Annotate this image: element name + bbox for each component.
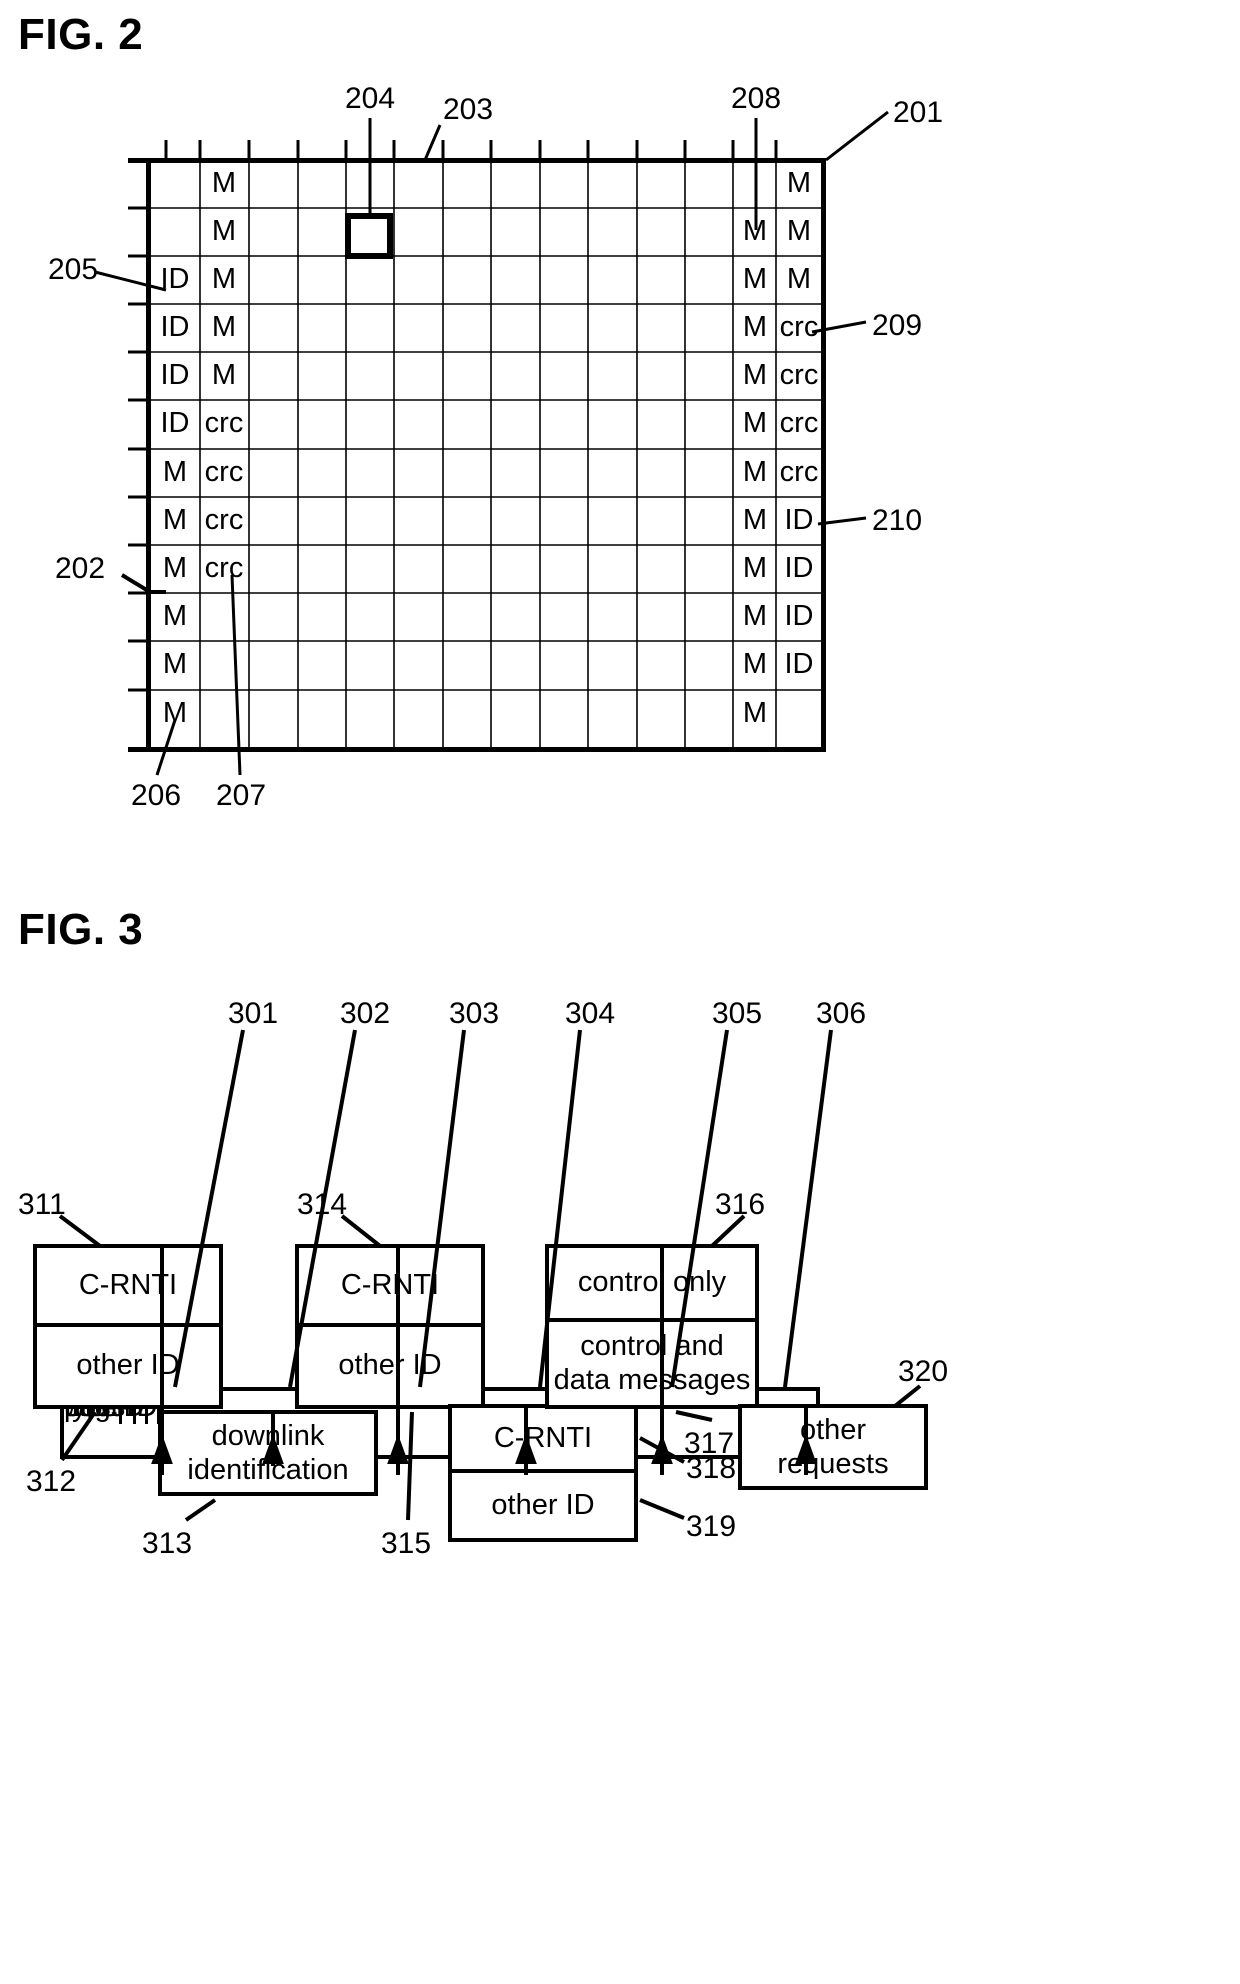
ref-314: 314 xyxy=(297,1188,348,1221)
fig2-cell-c12-r7: crc xyxy=(779,456,819,488)
fig2-cell-c1-r4: ID xyxy=(160,311,190,343)
fig2-resource-grid xyxy=(148,160,824,749)
ref-209: 209 xyxy=(872,309,923,342)
fig2-cell-c2-r3: M xyxy=(211,263,237,295)
fig2-cell-c2-r6: crc xyxy=(204,407,244,439)
ref-201: 201 xyxy=(893,96,944,129)
ref-319: 319 xyxy=(686,1510,737,1543)
ref-303: 303 xyxy=(449,997,500,1030)
fig2-cell-c1-r3: ID xyxy=(160,263,190,295)
fig2-cell-c1-r12: M xyxy=(162,697,188,729)
fig3-user-id-option-other-id[interactable]: other ID xyxy=(37,1327,219,1406)
ref-313: 313 xyxy=(142,1527,193,1560)
fig2-cell-c12-r8: ID xyxy=(784,504,814,536)
fig3-post-id-option-c-rnti[interactable]: C-RNTI xyxy=(452,1408,634,1473)
fig2-cell-c12-r1: M xyxy=(786,167,812,199)
fig2-top-ticks xyxy=(164,140,778,160)
fig2-title: FIG. 2 xyxy=(18,10,144,59)
fig2-cell-c2-r5: M xyxy=(211,359,237,391)
fig2-cell-c12-r2: M xyxy=(786,215,812,247)
ref-210: 210 xyxy=(872,504,923,537)
fig3-flags-option-other-requests[interactable]: other requests xyxy=(738,1404,928,1490)
ref-320: 320 xyxy=(898,1355,949,1388)
ref-305: 305 xyxy=(712,997,763,1030)
fig2-cell-c2-r7: crc xyxy=(204,456,244,488)
fig3-title: FIG. 3 xyxy=(18,905,144,954)
ref-202: 202 xyxy=(55,552,106,585)
fig2-cell-c2-r9: crc xyxy=(204,552,244,584)
ref-208: 208 xyxy=(731,82,782,115)
fig2-cell-c12-r4: crc xyxy=(779,311,819,343)
fig2-cell-c1-r10: M xyxy=(162,600,188,632)
fig2-cell-c1-r8: M xyxy=(162,504,188,536)
fig2-cell-c1-r9: M xyxy=(162,552,188,584)
ref-207: 207 xyxy=(216,779,267,812)
ref-206: 206 xyxy=(131,779,182,812)
fig2-cell-c1-r11: M xyxy=(162,648,188,680)
ref-301: 301 xyxy=(228,997,279,1030)
patent-figure-page: FIG. 2 201 202 203 204 205 206 207 208 2… xyxy=(0,0,1240,1984)
ref-306: 306 xyxy=(816,997,867,1030)
fig2-cell-c12-r5: crc xyxy=(779,359,819,391)
fig2-cell-c12-r6: crc xyxy=(779,407,819,439)
fig2-cell-c1-r7: M xyxy=(162,456,188,488)
fig2-cell-c1-r6: ID xyxy=(160,407,190,439)
fig2-cell-c1-r5: ID xyxy=(160,359,190,391)
fig2-cell-c11-r12: M xyxy=(742,697,768,729)
fig3-post-id-option-other-id[interactable]: other ID xyxy=(452,1473,634,1538)
fig3-post-id-options: C-RNTI other ID xyxy=(448,1404,638,1542)
fig2-cell-c2-r8: crc xyxy=(204,504,244,536)
fig2-cell-c12-r3: M xyxy=(786,263,812,295)
fig2-cell-c12-r9: ID xyxy=(784,552,814,584)
leader-203 xyxy=(423,124,442,161)
ref-311: 311 xyxy=(18,1188,66,1221)
fig2-highlighted-cell xyxy=(345,213,393,259)
fig3-when-options: control only control and data messages xyxy=(545,1244,759,1409)
fig2-cell-c2-r1: M xyxy=(211,167,237,199)
ref-302: 302 xyxy=(340,997,391,1030)
fig3-when-option-control-and-data-messages[interactable]: control and data messages xyxy=(549,1322,755,1405)
ref-204: 204 xyxy=(345,82,396,115)
fig2-cell-c2-r4: M xyxy=(211,311,237,343)
fig2-cell-c2-r2: M xyxy=(211,215,237,247)
ref-205: 205 xyxy=(48,253,99,286)
ref-315: 315 xyxy=(381,1527,432,1560)
fig3-pre-id-option-c-rnti[interactable]: C-RNTI xyxy=(299,1248,481,1327)
fig3-pre-id-options: C-RNTI other ID xyxy=(295,1244,485,1409)
fig2-cell-c12-r11: ID xyxy=(784,648,814,680)
fig2-cell-c12-r10: ID xyxy=(784,600,814,632)
ref-312: 312 xyxy=(26,1465,77,1498)
fig3-user-id-option-c-rnti[interactable]: C-RNTI xyxy=(37,1248,219,1327)
leader-201 xyxy=(825,110,889,162)
ref-316: 316 xyxy=(715,1188,766,1221)
fig3-when-option-control-only[interactable]: control only xyxy=(549,1248,755,1322)
ref-203: 203 xyxy=(443,93,494,126)
fig3-pre-id-option-other-id[interactable]: other ID xyxy=(299,1327,481,1406)
fig3-user-id-options: C-RNTI other ID xyxy=(33,1244,223,1409)
fig3-type-option-downlink-identification[interactable]: downlink identification xyxy=(158,1410,378,1496)
ref-304: 304 xyxy=(565,997,616,1030)
ref-317: 317 xyxy=(684,1427,735,1460)
